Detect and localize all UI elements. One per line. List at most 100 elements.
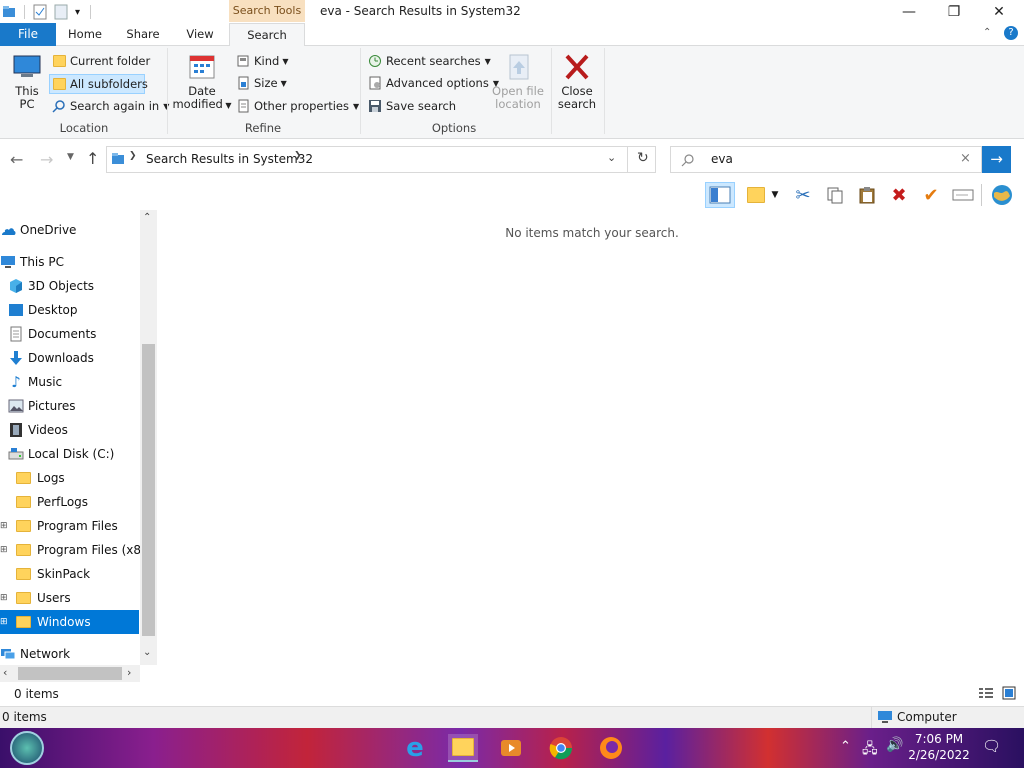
scroll-up-icon[interactable]: ⌃: [143, 212, 151, 223]
chrome-icon[interactable]: [546, 734, 576, 762]
nav-horizontal-scrollbar[interactable]: ‹ ›: [0, 665, 140, 682]
nav-item-onedrive[interactable]: OneDrive: [0, 218, 139, 242]
address-bar[interactable]: ❯ Search Results in System32 ❯ ⌄ ↻: [106, 146, 656, 173]
delete-icon[interactable]: ✖: [887, 183, 911, 207]
this-pc-button[interactable]: This PC: [8, 52, 46, 111]
nav-item-perflogs[interactable]: PerfLogs: [0, 490, 139, 514]
tab-home[interactable]: Home: [60, 23, 110, 46]
nav-item-this-pc[interactable]: This PC: [0, 250, 139, 274]
scroll-left-icon[interactable]: ‹: [3, 666, 7, 679]
tab-view[interactable]: View: [176, 23, 224, 46]
media-player-icon[interactable]: [496, 734, 526, 762]
current-folder-button[interactable]: Current folder: [50, 52, 153, 70]
nav-item-network[interactable]: Network: [0, 642, 139, 666]
copy-icon[interactable]: [823, 183, 847, 207]
close-search-button[interactable]: Close search: [556, 52, 598, 111]
properties-icon[interactable]: [33, 4, 47, 20]
details-view-icon[interactable]: [978, 687, 994, 699]
chevron-down-icon[interactable]: ▼: [768, 183, 782, 207]
folder-icon: [16, 496, 31, 508]
nav-item-local-disk[interactable]: Local Disk (C:): [0, 442, 139, 466]
save-search-button[interactable]: Save search: [368, 97, 456, 115]
refresh-icon[interactable]: ↻: [637, 150, 649, 166]
volume-icon[interactable]: 🔊: [886, 737, 903, 753]
nav-item-skinpack[interactable]: SkinPack: [0, 562, 139, 586]
clock[interactable]: 7:06 PM 2/26/2022: [908, 731, 970, 763]
network-tray-icon[interactable]: 🖧: [862, 738, 878, 762]
tab-search[interactable]: Search: [229, 23, 305, 47]
paste-icon[interactable]: [855, 183, 879, 207]
nav-item-desktop[interactable]: Desktop: [0, 298, 139, 322]
nav-item-documents[interactable]: Documents: [0, 322, 139, 346]
search-input[interactable]: eva: [711, 152, 733, 166]
nav-item-pictures[interactable]: Pictures: [0, 394, 139, 418]
scroll-right-icon[interactable]: ›: [127, 666, 131, 679]
collapse-ribbon-icon[interactable]: ⌃: [983, 27, 991, 38]
nav-item-logs[interactable]: Logs: [0, 466, 139, 490]
advanced-options-button[interactable]: Advanced options ▼: [368, 74, 499, 92]
globe-icon[interactable]: [990, 183, 1014, 207]
nav-item-3d-objects[interactable]: 3D Objects: [0, 274, 139, 298]
rename-icon[interactable]: [951, 183, 975, 207]
scrollbar-thumb[interactable]: [18, 667, 122, 680]
search-icon: [681, 154, 694, 167]
tab-file[interactable]: File: [0, 23, 56, 46]
nav-item-videos[interactable]: Videos: [0, 418, 139, 442]
size-button[interactable]: Size ▼: [236, 74, 287, 92]
new-folder-icon[interactable]: [744, 183, 768, 207]
breadcrumb-chevron-icon[interactable]: ❯: [294, 151, 302, 161]
customize-qat-icon[interactable]: ▾: [75, 7, 80, 18]
breadcrumb[interactable]: Search Results in System32: [146, 152, 313, 166]
open-file-location-button[interactable]: Open file location: [490, 52, 546, 111]
all-subfolders-button[interactable]: All subfolders: [49, 74, 148, 94]
search-box[interactable]: eva ×: [670, 146, 982, 173]
large-icons-view-icon[interactable]: [1002, 686, 1016, 700]
up-icon[interactable]: ↑: [86, 149, 99, 168]
help-icon[interactable]: ?: [1004, 26, 1018, 40]
nav-item-music[interactable]: ♪ Music: [0, 370, 139, 394]
cut-icon[interactable]: ✂: [791, 183, 815, 207]
nav-item-program-files[interactable]: ⊞ Program Files: [0, 514, 139, 538]
checkmark-icon[interactable]: ✔: [919, 183, 943, 207]
firefox-icon[interactable]: [596, 734, 626, 762]
scrollbar-thumb[interactable]: [142, 344, 155, 636]
other-properties-button[interactable]: Other properties ▼: [236, 97, 359, 115]
desktop-icon: [9, 304, 23, 316]
expand-icon[interactable]: ⊞: [0, 617, 8, 627]
file-list[interactable]: No items match your search.: [157, 210, 1024, 683]
file-explorer-icon[interactable]: [448, 734, 478, 762]
date-modified-button[interactable]: Date modified ▼: [172, 52, 232, 112]
scroll-down-icon[interactable]: ⌄: [143, 647, 151, 658]
show-hidden-icons[interactable]: ⌃: [840, 739, 851, 754]
expand-icon[interactable]: ⊞: [0, 545, 8, 555]
minimize-button[interactable]: —: [886, 0, 932, 23]
maximize-button[interactable]: ❐: [931, 0, 977, 23]
clear-search-icon[interactable]: ×: [960, 151, 971, 166]
forward-icon[interactable]: →: [40, 150, 53, 169]
search-icon: [52, 100, 65, 113]
recent-searches-button[interactable]: Recent searches ▼: [368, 52, 491, 70]
back-icon[interactable]: ←: [10, 150, 23, 169]
nav-item-downloads[interactable]: Downloads: [0, 346, 139, 370]
new-folder-icon[interactable]: [53, 4, 69, 20]
search-again-in-button[interactable]: Search again in ▼: [52, 97, 169, 115]
computer-icon: [878, 711, 892, 723]
recent-locations-icon[interactable]: ▼: [67, 152, 74, 162]
expand-icon[interactable]: ⊞: [0, 521, 8, 531]
nav-item-program-files-x86[interactable]: ⊞ Program Files (x86): [0, 538, 153, 562]
nav-vertical-scrollbar[interactable]: ⌃ ⌄: [140, 210, 157, 665]
start-button[interactable]: [10, 731, 44, 765]
expand-icon[interactable]: ⊞: [0, 593, 8, 603]
save-icon: [369, 100, 381, 112]
kind-button[interactable]: Kind ▼: [236, 52, 288, 70]
action-center-icon[interactable]: 🗨: [982, 737, 1001, 755]
nav-item-users[interactable]: ⊞ Users: [0, 586, 139, 610]
search-go-button[interactable]: →: [982, 146, 1011, 173]
close-button[interactable]: ✕: [976, 0, 1022, 23]
divider: [981, 184, 982, 206]
nav-item-windows[interactable]: ⊞ Windows: [0, 610, 139, 634]
preview-pane-icon[interactable]: [705, 182, 735, 208]
address-dropdown-icon[interactable]: ⌄: [607, 151, 616, 164]
edge-icon[interactable]: e: [400, 733, 430, 763]
tab-share[interactable]: Share: [118, 23, 168, 46]
